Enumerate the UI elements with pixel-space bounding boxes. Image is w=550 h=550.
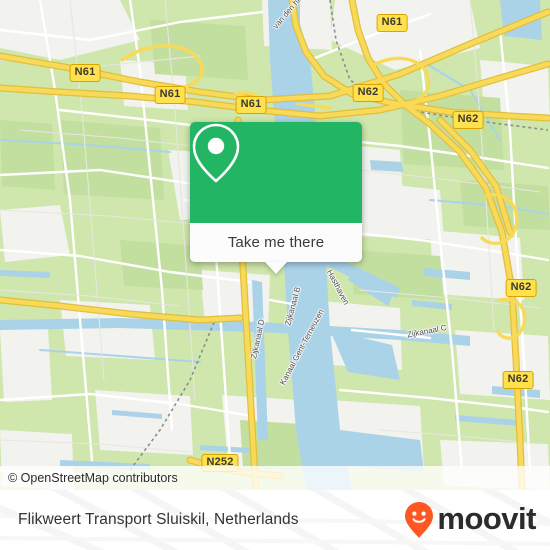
footer-bar: Flikweert Transport Sluiskil, Netherland… [0, 490, 550, 550]
road-shield-n62[interactable]: N62 [452, 111, 484, 129]
map-pin-icon [192, 123, 240, 183]
location-popup-card[interactable]: Take me there [190, 122, 362, 274]
road-shield-n62[interactable]: N62 [505, 279, 537, 297]
road-shield-n61[interactable]: N61 [154, 86, 186, 104]
moovit-wordmark: moovit [437, 500, 536, 536]
road-shield-n62[interactable]: N62 [502, 371, 534, 389]
road-shield-n61[interactable]: N61 [69, 64, 101, 82]
map-screen: .bu{fill:#f2f2ee} .wa{fill:#aad3e8} .gl{… [0, 0, 550, 550]
road-shield-n61[interactable]: N61 [235, 96, 267, 114]
map-attribution-bar: © OpenStreetMap contributors [0, 466, 550, 490]
map-canvas[interactable]: .bu{fill:#f2f2ee} .wa{fill:#aad3e8} .gl{… [0, 0, 550, 490]
popup-header [190, 122, 362, 223]
road-shield-n61[interactable]: N61 [376, 14, 408, 32]
moovit-pin-icon [405, 502, 434, 538]
take-me-there-label: Take me there [227, 234, 325, 251]
popup-footer[interactable]: Take me there [190, 223, 362, 274]
moovit-logo[interactable]: moovit [404, 490, 536, 550]
popup-pointer-tail [265, 262, 287, 274]
osm-attribution-text[interactable]: © OpenStreetMap contributors [0, 471, 178, 485]
place-title: Flikweert Transport Sluiskil, Netherland… [18, 490, 299, 550]
place-title-text: Flikweert Transport Sluiskil, Netherland… [18, 511, 299, 528]
road-shield-n62[interactable]: N62 [352, 84, 384, 102]
